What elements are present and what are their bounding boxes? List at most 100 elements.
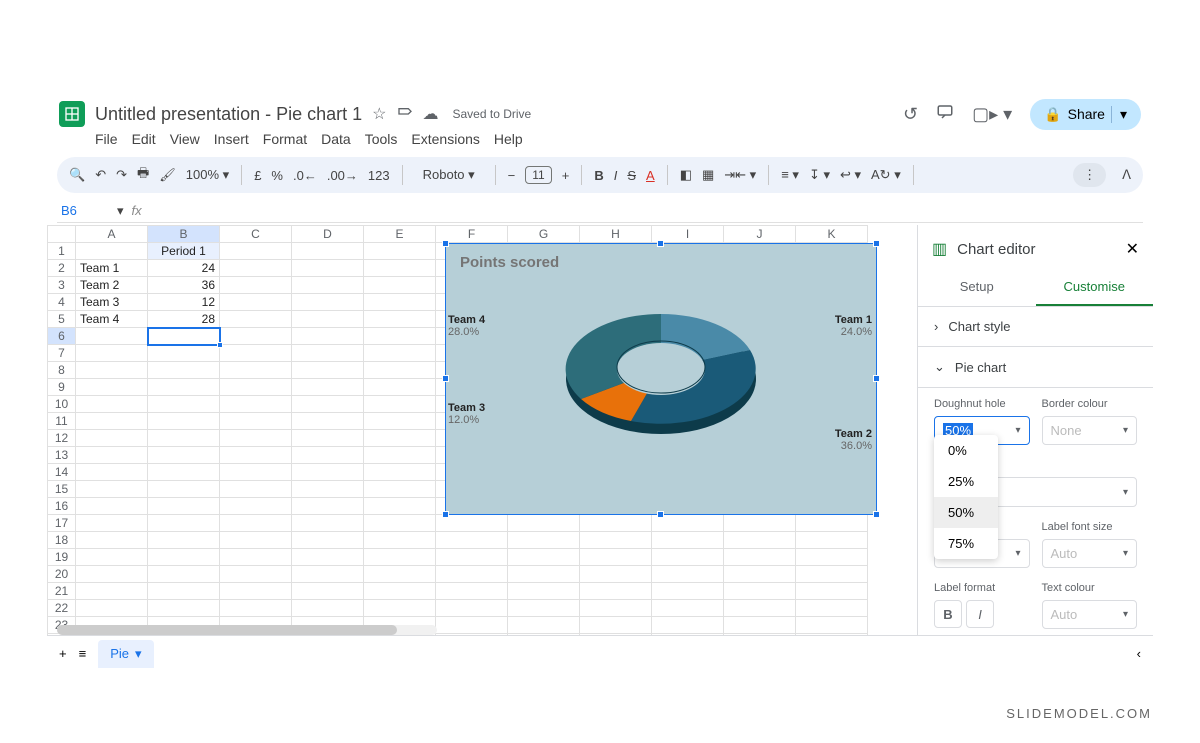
comments-icon[interactable] xyxy=(936,103,954,126)
col-header-E[interactable]: E xyxy=(364,226,436,243)
cell-C18[interactable] xyxy=(220,532,292,549)
col-header-H[interactable]: H xyxy=(580,226,652,243)
cell-K23[interactable] xyxy=(796,617,868,634)
cell-D14[interactable] xyxy=(292,464,364,481)
cell-C9[interactable] xyxy=(220,379,292,396)
cell-A4[interactable]: Team 3 xyxy=(76,294,148,311)
more-formats-button[interactable]: 123 xyxy=(368,168,390,183)
section-chart-style[interactable]: › Chart style xyxy=(918,307,1153,347)
cell-C16[interactable] xyxy=(220,498,292,515)
cell-F22[interactable] xyxy=(436,600,508,617)
cell-K21[interactable] xyxy=(796,583,868,600)
row-header-19[interactable]: 19 xyxy=(48,549,76,566)
cell-K20[interactable] xyxy=(796,566,868,583)
row-header-9[interactable]: 9 xyxy=(48,379,76,396)
menu-view[interactable]: View xyxy=(170,131,200,147)
col-header-K[interactable]: K xyxy=(796,226,868,243)
resize-handle[interactable] xyxy=(442,511,449,518)
all-sheets-icon[interactable]: ≡ xyxy=(79,646,87,661)
chart-object[interactable]: Points scored Team 428.0%Team 312.0%Team xyxy=(445,243,877,515)
cell-H21[interactable] xyxy=(580,583,652,600)
cell-E8[interactable] xyxy=(364,362,436,379)
cell-C7[interactable] xyxy=(220,345,292,362)
search-menus-icon[interactable]: 🔍 xyxy=(69,167,85,183)
cell-E21[interactable] xyxy=(364,583,436,600)
cell-I23[interactable] xyxy=(652,617,724,634)
row-header-13[interactable]: 13 xyxy=(48,447,76,464)
col-header-J[interactable]: J xyxy=(724,226,796,243)
wrap-icon[interactable]: ↩ ▾ xyxy=(840,167,861,183)
cell-A21[interactable] xyxy=(76,583,148,600)
cell-D7[interactable] xyxy=(292,345,364,362)
cell-B18[interactable] xyxy=(148,532,220,549)
cell-A13[interactable] xyxy=(76,447,148,464)
hole-option-25[interactable]: 25% xyxy=(934,466,998,497)
paintformat-icon[interactable]: 🖌 xyxy=(159,167,176,183)
cell-C22[interactable] xyxy=(220,600,292,617)
cell-D5[interactable] xyxy=(292,311,364,328)
cell-J21[interactable] xyxy=(724,583,796,600)
rotate-icon[interactable]: A↻ ▾ xyxy=(871,167,901,183)
cell-C15[interactable] xyxy=(220,481,292,498)
row-header-17[interactable]: 17 xyxy=(48,515,76,532)
cell-D19[interactable] xyxy=(292,549,364,566)
cell-F23[interactable] xyxy=(436,617,508,634)
borders-icon[interactable]: ▦ xyxy=(702,167,714,183)
row-header-18[interactable]: 18 xyxy=(48,532,76,549)
cell-H23[interactable] xyxy=(580,617,652,634)
cell-B21[interactable] xyxy=(148,583,220,600)
share-caret-icon[interactable]: ▾ xyxy=(1111,106,1127,123)
cell-D22[interactable] xyxy=(292,600,364,617)
cell-E20[interactable] xyxy=(364,566,436,583)
cell-C19[interactable] xyxy=(220,549,292,566)
cell-D17[interactable] xyxy=(292,515,364,532)
cell-D2[interactable] xyxy=(292,260,364,277)
resize-handle[interactable] xyxy=(873,511,880,518)
section-pie-chart[interactable]: ⌄ Pie chart xyxy=(918,347,1153,388)
cell-K19[interactable] xyxy=(796,549,868,566)
cell-C21[interactable] xyxy=(220,583,292,600)
cell-C17[interactable] xyxy=(220,515,292,532)
cell-D8[interactable] xyxy=(292,362,364,379)
menu-data[interactable]: Data xyxy=(321,131,351,147)
cell-D13[interactable] xyxy=(292,447,364,464)
resize-handle[interactable] xyxy=(442,240,449,247)
move-icon[interactable] xyxy=(397,104,413,125)
menu-insert[interactable]: Insert xyxy=(214,131,249,147)
cell-B10[interactable] xyxy=(148,396,220,413)
cell-G22[interactable] xyxy=(508,600,580,617)
redo-icon[interactable]: ↷ xyxy=(116,167,127,183)
cell-B6[interactable] xyxy=(148,328,220,345)
cell-C4[interactable] xyxy=(220,294,292,311)
valign-icon[interactable]: ↧ ▾ xyxy=(809,167,830,183)
cell-B15[interactable] xyxy=(148,481,220,498)
row-header-20[interactable]: 20 xyxy=(48,566,76,583)
cell-E4[interactable] xyxy=(364,294,436,311)
cell-A17[interactable] xyxy=(76,515,148,532)
cell-G21[interactable] xyxy=(508,583,580,600)
cell-A1[interactable] xyxy=(76,243,148,260)
add-sheet-icon[interactable]: + xyxy=(59,646,67,661)
cell-C5[interactable] xyxy=(220,311,292,328)
menu-help[interactable]: Help xyxy=(494,131,523,147)
cell-A19[interactable] xyxy=(76,549,148,566)
cell-E9[interactable] xyxy=(364,379,436,396)
fontsize-input[interactable]: 11 xyxy=(525,166,551,184)
cell-D3[interactable] xyxy=(292,277,364,294)
cell-B19[interactable] xyxy=(148,549,220,566)
cell-E12[interactable] xyxy=(364,430,436,447)
halign-icon[interactable]: ≡ ▾ xyxy=(781,167,799,183)
cell-I19[interactable] xyxy=(652,549,724,566)
cell-C10[interactable] xyxy=(220,396,292,413)
cell-B9[interactable] xyxy=(148,379,220,396)
cell-I21[interactable] xyxy=(652,583,724,600)
cell-C2[interactable] xyxy=(220,260,292,277)
row-header-22[interactable]: 22 xyxy=(48,600,76,617)
cell-E7[interactable] xyxy=(364,345,436,362)
cell-F18[interactable] xyxy=(436,532,508,549)
cell-C11[interactable] xyxy=(220,413,292,430)
cell-H22[interactable] xyxy=(580,600,652,617)
row-header-3[interactable]: 3 xyxy=(48,277,76,294)
cell-D20[interactable] xyxy=(292,566,364,583)
cell-B3[interactable]: 36 xyxy=(148,277,220,294)
